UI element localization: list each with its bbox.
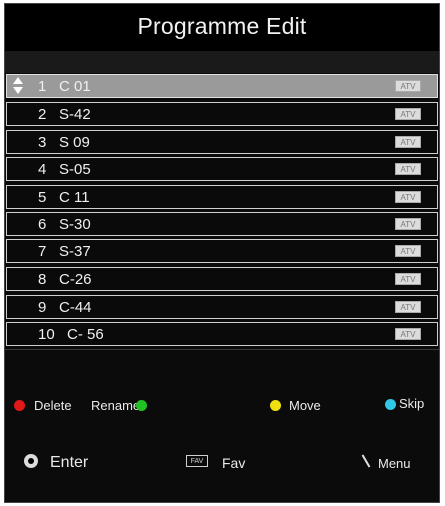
channel-name: S 09 bbox=[59, 134, 90, 151]
channel-number: 8 bbox=[38, 271, 47, 288]
channel-name: C-26 bbox=[59, 271, 92, 288]
blue-key-icon bbox=[385, 399, 396, 410]
yellow-key-icon bbox=[270, 400, 281, 411]
channel-row[interactable]: 4 S-05 ATV bbox=[6, 157, 438, 181]
channel-number: 3 bbox=[38, 134, 47, 151]
enter-label[interactable]: Enter bbox=[50, 454, 88, 472]
channel-row[interactable]: 7 S-37 ATV bbox=[6, 239, 438, 263]
channel-number: 2 bbox=[38, 106, 47, 123]
atv-badge: ATV bbox=[395, 245, 421, 257]
channel-row[interactable]: 3 S 09 ATV bbox=[6, 130, 438, 154]
channel-number: 9 bbox=[38, 299, 47, 316]
channel-row[interactable]: 5 C 11 ATV bbox=[6, 185, 438, 209]
channel-row[interactable]: 8 C-26 ATV bbox=[6, 267, 438, 291]
green-key-icon bbox=[136, 400, 147, 411]
atv-badge: ATV bbox=[395, 136, 421, 148]
delete-key-label[interactable]: Delete bbox=[34, 398, 72, 413]
atv-badge: ATV bbox=[395, 80, 421, 92]
move-key-label[interactable]: Move bbox=[289, 398, 321, 413]
channel-row[interactable]: 1 C 01 ATV bbox=[6, 74, 438, 98]
page-title: Programme Edit bbox=[137, 13, 307, 39]
channel-number: 1 bbox=[38, 78, 47, 95]
header-spacer bbox=[5, 51, 439, 73]
menu-label[interactable]: Menu bbox=[378, 456, 411, 471]
footer-divider bbox=[5, 349, 439, 350]
atv-badge: ATV bbox=[395, 163, 421, 175]
tv-screen: Programme Edit 1C 01 ATV 2 S-42 ATV 3 S 09 ATV 4… bbox=[4, 3, 440, 503]
channel-name: S-05 bbox=[59, 161, 91, 178]
atv-badge: ATV bbox=[395, 108, 421, 120]
channel-row[interactable]: 10 C- 56 ATV bbox=[6, 322, 438, 346]
channel-row[interactable]: 2 S-42 ATV bbox=[6, 102, 438, 126]
atv-badge: ATV bbox=[395, 191, 421, 203]
channel-name: C- 56 bbox=[67, 326, 104, 343]
channel-name: S-30 bbox=[59, 216, 91, 233]
channel-name: S-42 bbox=[59, 106, 91, 123]
channel-name: C 11 bbox=[59, 189, 90, 206]
up-down-arrows-icon bbox=[13, 77, 23, 95]
red-key-icon bbox=[14, 400, 25, 411]
fav-icon: FAV bbox=[186, 455, 208, 467]
channel-row[interactable]: 6 S-30 ATV bbox=[6, 212, 438, 236]
channel-number: 6 bbox=[38, 216, 47, 233]
atv-badge: ATV bbox=[395, 328, 421, 340]
channel-row[interactable]: 9 C-44 ATV bbox=[6, 295, 438, 319]
channel-name: C 01 bbox=[59, 78, 91, 95]
atv-badge: ATV bbox=[395, 301, 421, 313]
title-bar: Programme Edit bbox=[5, 4, 439, 51]
enter-icon bbox=[24, 454, 38, 468]
fav-label[interactable]: Fav bbox=[222, 455, 245, 471]
atv-badge: ATV bbox=[395, 273, 421, 285]
channel-number: 5 bbox=[38, 189, 47, 206]
channel-number: 10 bbox=[38, 326, 55, 343]
channel-name: C-44 bbox=[59, 299, 92, 316]
rename-key-label[interactable]: Rename bbox=[91, 398, 140, 413]
channel-number: 7 bbox=[38, 243, 47, 260]
channel-name: S-37 bbox=[59, 243, 91, 260]
skip-key-label[interactable]: Skip bbox=[399, 396, 424, 411]
menu-icon bbox=[362, 454, 370, 468]
atv-badge: ATV bbox=[395, 218, 421, 230]
channel-number: 4 bbox=[38, 161, 47, 178]
